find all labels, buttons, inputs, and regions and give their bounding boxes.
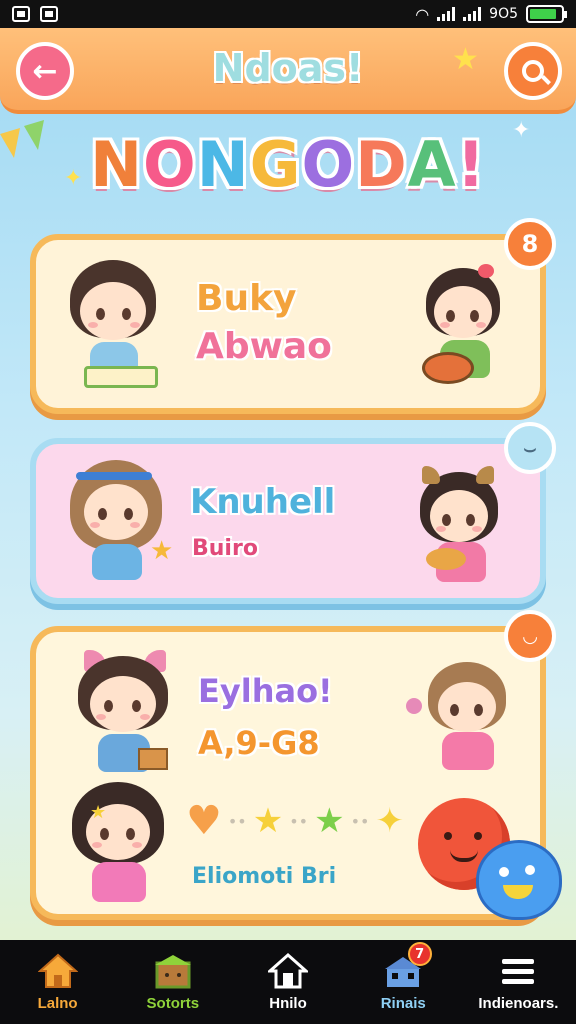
star-icon: ✦ (375, 801, 404, 841)
banner-letter: O (142, 128, 197, 201)
character-card-1[interactable]: Buky Abwao 8 (30, 218, 556, 414)
signal-icon-2 (463, 7, 482, 21)
tab-buildings[interactable]: 7 Rinais (346, 940, 461, 1024)
app-header: ← Ndoas! ★ (0, 28, 576, 114)
menu-icon (502, 958, 535, 984)
star-icon: ★ (252, 801, 284, 841)
character-avatar (70, 650, 180, 780)
blue-mascot (476, 840, 562, 920)
status-time: 9O5 (489, 6, 518, 22)
banner-letter: O (301, 128, 356, 201)
card-1-subtitle: Abwao (196, 326, 332, 367)
star-icon: ★ (452, 42, 479, 77)
rating-row: ♥ •• ★ •• ★ •• ✦ (186, 798, 404, 844)
tab-label: Hnilo (269, 994, 307, 1012)
smile-icon: ◡ (523, 625, 537, 647)
banner-letter: ! (456, 128, 486, 201)
tab-label: Lalno (37, 994, 78, 1012)
character-card-3[interactable]: ★ Eylhao! A,9-G8 ♥ •• ★ •• ★ •• ✦ Eliomo… (30, 610, 556, 920)
shop-icon (154, 954, 191, 988)
character-avatar: ★ (66, 460, 176, 596)
tab-home[interactable]: Lalno (0, 940, 115, 1024)
search-icon (522, 60, 544, 82)
signal-icon (437, 7, 456, 21)
notification-icon (12, 6, 30, 22)
banner-letter: G (249, 128, 302, 201)
app-title: Ndoas! (212, 46, 364, 90)
card-1-title: Buky (196, 278, 297, 319)
tab-label: Indienoars. (478, 994, 559, 1012)
character-avatar (406, 658, 516, 778)
card-1-badge: 8 (504, 218, 556, 270)
character-card-2[interactable]: ★ Knuhell Buiro ⌣ (30, 422, 556, 604)
banner-title: NONGODA! (0, 128, 576, 201)
tab-label: Sotorts (146, 994, 200, 1012)
tab-menu[interactable]: Indienoars. (461, 940, 576, 1024)
sad-face-icon: ⌣ (523, 436, 537, 460)
mail-icon (40, 6, 58, 22)
tab-house[interactable]: Hnilo (230, 940, 345, 1024)
search-button[interactable] (504, 42, 562, 100)
character-avatar: ★ (66, 782, 176, 912)
banner-letter: A (407, 128, 457, 201)
banner-letter: N (90, 128, 143, 201)
card-3-score: A,9-G8 (198, 724, 320, 762)
card-3-badge: ◡ (504, 610, 556, 662)
star-icon: ★ (314, 801, 345, 841)
card-2-subtitle: Buiro (192, 536, 258, 561)
bottom-tab-bar: Lalno Sotorts Hnilo 7 Rinais Indienoars. (0, 940, 576, 1024)
tab-shop[interactable]: Sotorts (115, 940, 230, 1024)
banner-letter: N (196, 128, 250, 201)
heart-icon: ♥ (186, 798, 222, 844)
notification-badge: 7 (407, 942, 432, 966)
character-avatar (62, 260, 172, 400)
house-icon (268, 952, 308, 988)
character-avatar (418, 264, 518, 394)
card-2-title: Knuhell (190, 482, 336, 522)
banner-letter: D (355, 128, 408, 201)
card-2-badge: ⌣ (504, 422, 556, 474)
wifi-icon: ◠ (415, 4, 430, 24)
character-avatar (414, 466, 514, 596)
battery-icon (526, 5, 567, 23)
card-3-title: Eylhao! (198, 672, 333, 710)
tab-label: Rinais (380, 994, 426, 1012)
status-bar: ◠ 9O5 (0, 0, 576, 28)
card-3-footer: Eliomoti Bri (192, 864, 337, 889)
home-icon (37, 953, 78, 988)
